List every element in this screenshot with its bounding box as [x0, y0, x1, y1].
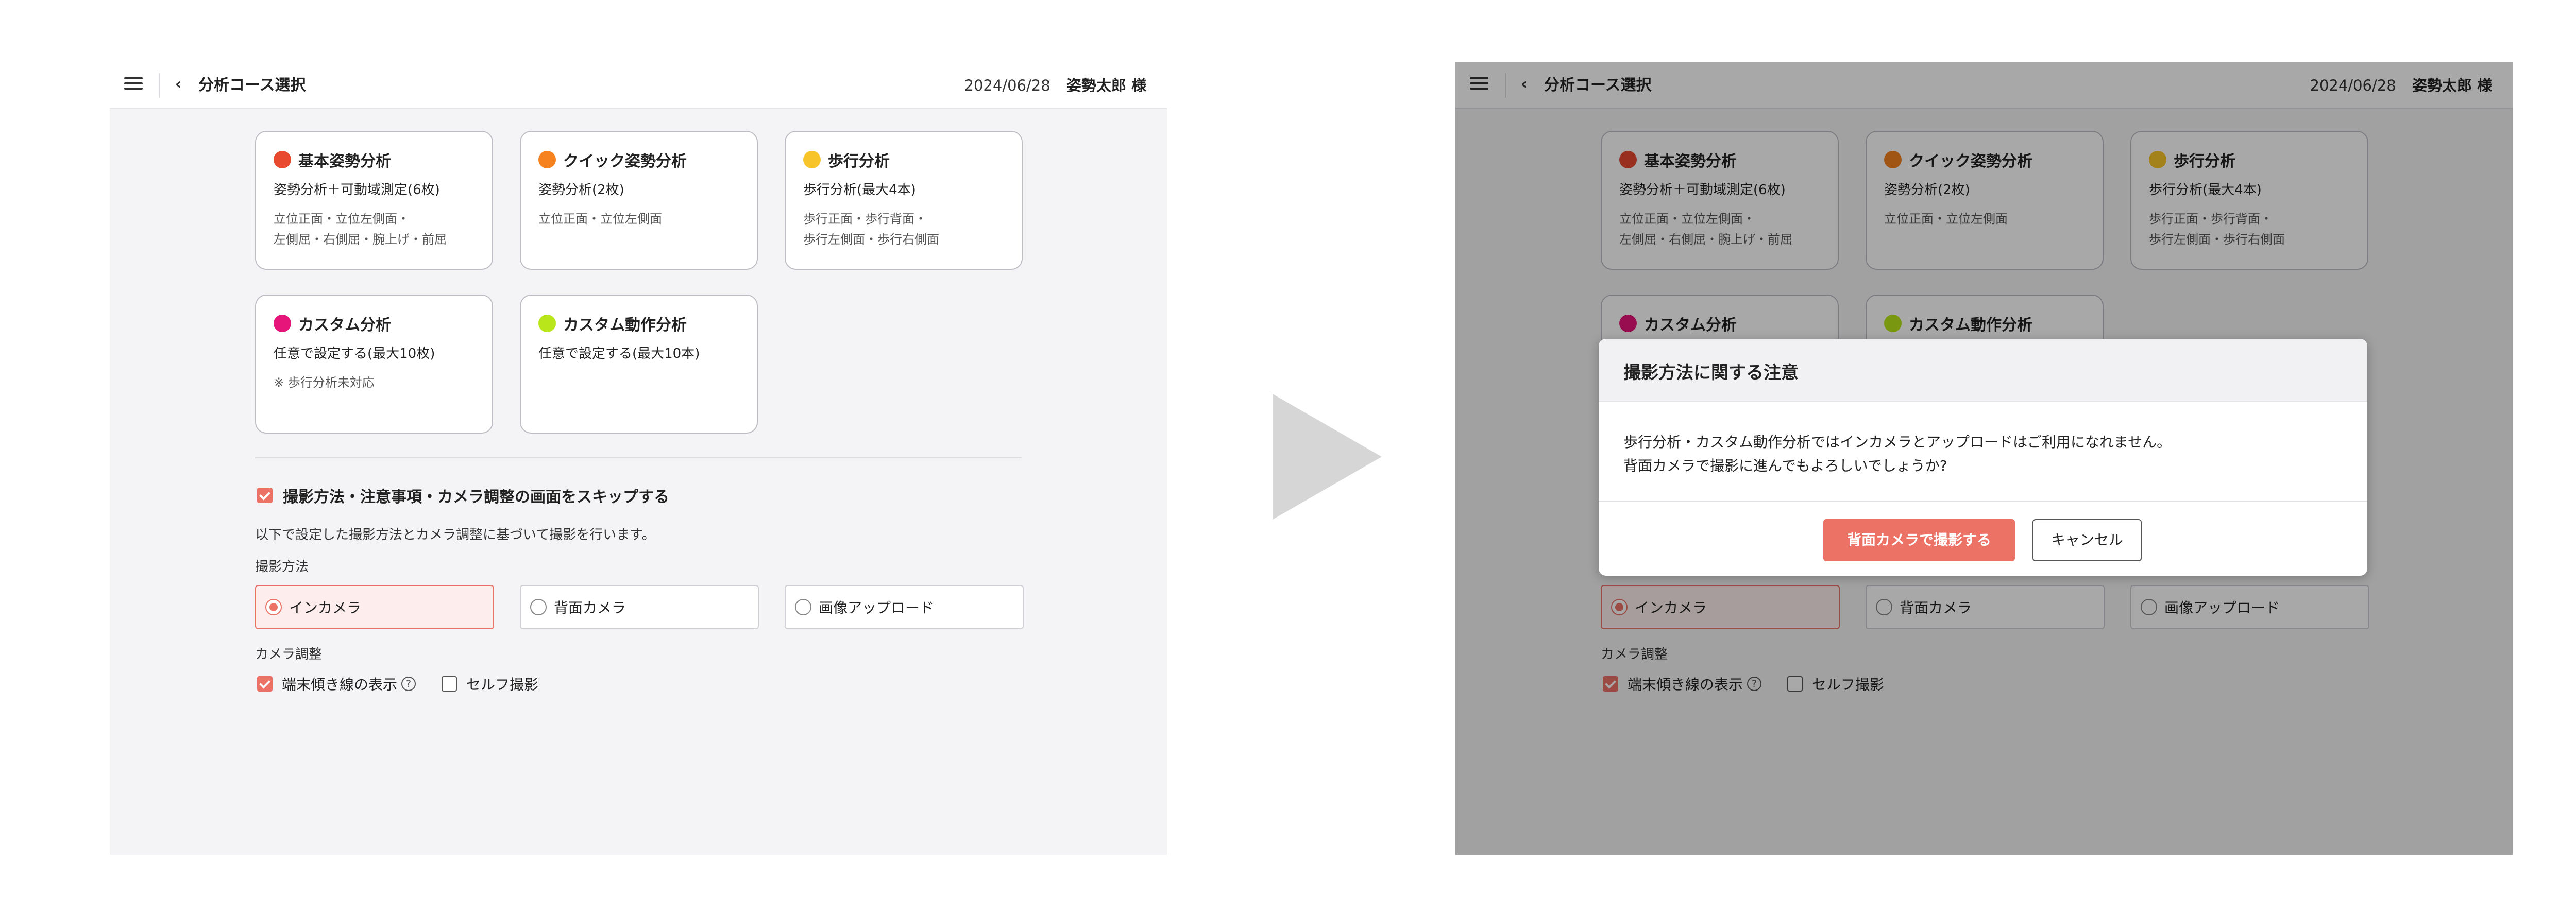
- course-summary: 任意で設定する(最大10本): [538, 346, 700, 361]
- header-user: 姿勢太郎 様: [1066, 77, 1146, 94]
- selfie-label: セルフ撮影: [466, 676, 539, 693]
- radio-label: 背面カメラ: [554, 599, 626, 616]
- course-detail: 歩行正面・歩行背面・ 歩行左側面・歩行右側面: [803, 209, 1005, 250]
- course-color-dot: [538, 315, 556, 332]
- course-color-dot: [274, 315, 291, 332]
- course-summary: 歩行分析(最大4本): [803, 182, 916, 198]
- tilt-line-label: 端末傾き線の表示: [282, 676, 398, 693]
- dialog-footer: 背面カメラで撮影する キャンセル: [1599, 501, 2367, 576]
- radio-rear-camera[interactable]: 背面カメラ: [520, 585, 759, 629]
- dialog-message-line: 歩行分析・カスタム動作分析ではインカメラとアップロードはご利用になれません。: [1623, 434, 2172, 451]
- radio-icon[interactable]: [265, 599, 282, 615]
- course-summary: 姿勢分析(2枚): [538, 182, 624, 198]
- course-card-custom[interactable]: カスタム分析 任意で設定する(最大10枚) ※ 歩行分析未対応: [255, 295, 493, 434]
- course-summary: 任意で設定する(最大10枚): [274, 346, 435, 361]
- radio-image-upload[interactable]: 画像アップロード: [785, 585, 1024, 629]
- course-detail-line: 歩行左側面・歩行右側面: [803, 232, 939, 247]
- course-card-basic[interactable]: 基本姿勢分析 姿勢分析＋可動域測定(6枚) 立位正面・立位左側面・左側屈・右側屈…: [255, 131, 493, 270]
- course-card-quick[interactable]: クイック姿勢分析 姿勢分析(2枚) 立位正面・立位左側面: [520, 131, 758, 270]
- dialog-message-line: 背面カメラで撮影に進んでもよろしいでしょうか?: [1623, 457, 1947, 474]
- dialog-message: 歩行分析・カスタム動作分析ではインカメラとアップロードはご利用になれません。 背…: [1623, 430, 2171, 478]
- shooting-method-label: 撮影方法: [255, 559, 309, 575]
- page-title: 分析コース選択: [198, 76, 306, 94]
- course-card-custom-motion[interactable]: カスタム動作分析 任意で設定する(最大10本): [520, 295, 758, 434]
- radio-label: インカメラ: [289, 599, 362, 616]
- course-detail: 立位正面・立位左側面・左側屈・右側屈・腕上げ・前屈: [274, 209, 476, 250]
- course-detail-line: 立位正面・立位左側面・: [274, 212, 410, 226]
- section-divider: [255, 457, 1022, 458]
- course-color-dot: [803, 151, 821, 168]
- skip-label: 撮影方法・注意事項・カメラ調整の画面をスキップする: [283, 488, 669, 506]
- course-detail: 立位正面・立位左側面: [538, 209, 740, 229]
- checkbox-icon[interactable]: [257, 488, 273, 503]
- course-detail-line: ※ 歩行分析未対応: [274, 375, 375, 390]
- course-color-dot: [538, 151, 556, 168]
- menu-icon[interactable]: [124, 76, 143, 91]
- course-detail: ※ 歩行分析未対応: [274, 372, 476, 393]
- help-icon[interactable]: ?: [401, 677, 416, 691]
- course-title: クイック姿勢分析: [563, 152, 687, 170]
- radio-label: 画像アップロード: [819, 599, 935, 616]
- course-color-dot: [274, 151, 291, 168]
- screen-after: ‹ 分析コース選択 2024/06/28 姿勢太郎 様 基本姿勢分析 姿勢分析＋…: [1455, 62, 2513, 855]
- course-summary: 姿勢分析＋可動域測定(6枚): [274, 182, 440, 198]
- radio-icon[interactable]: [530, 599, 547, 615]
- rear-camera-confirm-button[interactable]: 背面カメラで撮影する: [1823, 519, 2015, 561]
- warning-dialog: 撮影方法に関する注意 歩行分析・カスタム動作分析ではインカメラとアップロードはご…: [1599, 339, 2367, 576]
- course-title: 歩行分析: [828, 152, 890, 170]
- checkbox-icon[interactable]: [257, 676, 273, 692]
- camera-adjust-label: カメラ調整: [255, 647, 323, 662]
- app-header: ‹ 分析コース選択 2024/06/28 姿勢太郎 様: [110, 62, 1167, 109]
- arrow-right-icon: [1273, 394, 1382, 520]
- course-detail-line: 立位正面・立位左側面: [538, 212, 662, 226]
- radio-icon[interactable]: [795, 599, 811, 615]
- course-detail-line: 歩行正面・歩行背面・: [803, 212, 927, 226]
- header-date: 2024/06/28: [964, 77, 1050, 94]
- course-card-gait[interactable]: 歩行分析 歩行分析(最大4本) 歩行正面・歩行背面・ 歩行左側面・歩行右側面: [785, 131, 1023, 270]
- skip-description: 以下で設定した撮影方法とカメラ調整に基づいて撮影を行います。: [255, 527, 655, 543]
- header-divider: [159, 73, 160, 98]
- cancel-button[interactable]: キャンセル: [2032, 519, 2142, 561]
- dialog-header: 撮影方法に関する注意: [1599, 339, 2367, 402]
- course-title: 基本姿勢分析: [298, 152, 391, 170]
- radio-front-camera[interactable]: インカメラ: [255, 585, 494, 629]
- header-meta: 2024/06/28 姿勢太郎 様: [964, 74, 1146, 97]
- skip-checkbox-row[interactable]: 撮影方法・注意事項・カメラ調整の画面をスキップする: [257, 485, 669, 506]
- course-detail-line: 左側屈・右側屈・腕上げ・前屈: [274, 232, 447, 247]
- checkbox-icon[interactable]: [442, 676, 457, 692]
- course-title: カスタム分析: [298, 316, 391, 334]
- screen-before: ‹ 分析コース選択 2024/06/28 姿勢太郎 様 基本姿勢分析 姿勢分析＋…: [110, 62, 1167, 855]
- camera-options-row: 端末傾き線の表示 ? セルフ撮影: [257, 674, 538, 694]
- dialog-title: 撮影方法に関する注意: [1623, 363, 1799, 383]
- course-title: カスタム動作分析: [563, 316, 687, 334]
- chevron-left-icon[interactable]: ‹: [171, 75, 186, 94]
